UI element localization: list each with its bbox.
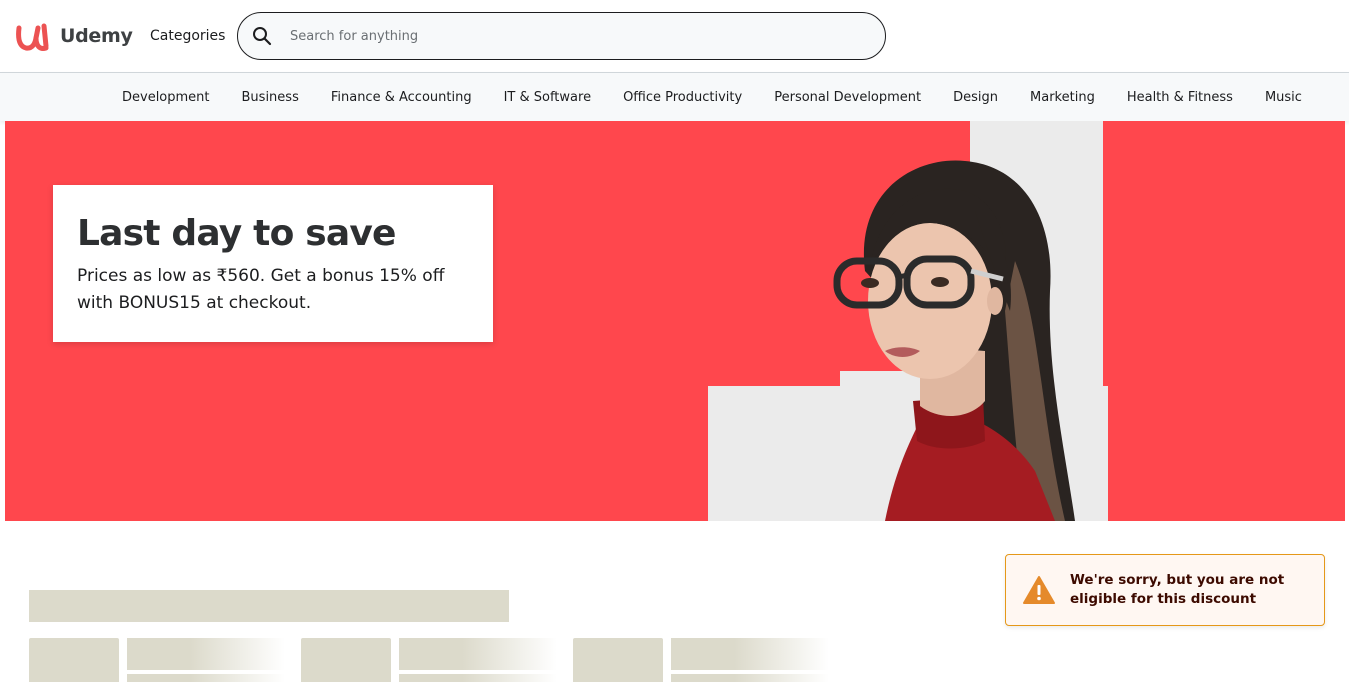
nav-item-office-productivity[interactable]: Office Productivity [607, 90, 758, 105]
warning-icon [1023, 576, 1055, 604]
skeleton-line [399, 674, 557, 682]
hero-portrait-image [833, 160, 1075, 521]
skeleton-line [127, 638, 285, 670]
search-input[interactable] [290, 28, 870, 44]
category-nav: Development Business Finance & Accountin… [0, 73, 1349, 121]
nav-item-health-fitness[interactable]: Health & Fitness [1111, 90, 1249, 105]
hero-promo-card: Last day to save Prices as low as ₹560. … [53, 185, 493, 342]
discount-error-toast: We're sorry, but you are not eligible fo… [1005, 554, 1325, 626]
skeleton-thumbnail [29, 638, 119, 682]
skeleton-line [671, 674, 829, 682]
nav-item-design[interactable]: Design [937, 90, 1014, 105]
nav-item-it-software[interactable]: IT & Software [488, 90, 607, 105]
nav-item-music[interactable]: Music [1249, 90, 1318, 105]
logo-text: Udemy [60, 25, 133, 47]
top-header: Udemy Categories [0, 0, 1349, 73]
hero-subtitle: Prices as low as ₹560. Get a bonus 15% o… [77, 266, 445, 313]
udemy-logo-icon [16, 23, 49, 51]
nav-item-development[interactable]: Development [106, 90, 226, 105]
nav-item-business[interactable]: Business [226, 90, 315, 105]
search-bar[interactable] [237, 12, 886, 60]
search-icon[interactable] [238, 13, 286, 59]
skeleton-heading [29, 590, 509, 622]
skeleton-line [127, 674, 285, 682]
toast-message: We're sorry, but you are not eligible fo… [1070, 572, 1285, 607]
hero-title: Last day to save [77, 213, 396, 254]
skeleton-thumbnail [573, 638, 663, 682]
categories-menu[interactable]: Categories [150, 28, 225, 44]
skeleton-line [671, 638, 829, 670]
nav-item-marketing[interactable]: Marketing [1014, 90, 1111, 105]
nav-item-personal-development[interactable]: Personal Development [758, 90, 937, 105]
skeleton-thumbnail [301, 638, 391, 682]
nav-item-finance-accounting[interactable]: Finance & Accounting [315, 90, 488, 105]
page-scrollbar[interactable] [1349, 0, 1366, 682]
skeleton-line [399, 638, 557, 670]
udemy-logo[interactable]: Udemy [16, 20, 133, 52]
